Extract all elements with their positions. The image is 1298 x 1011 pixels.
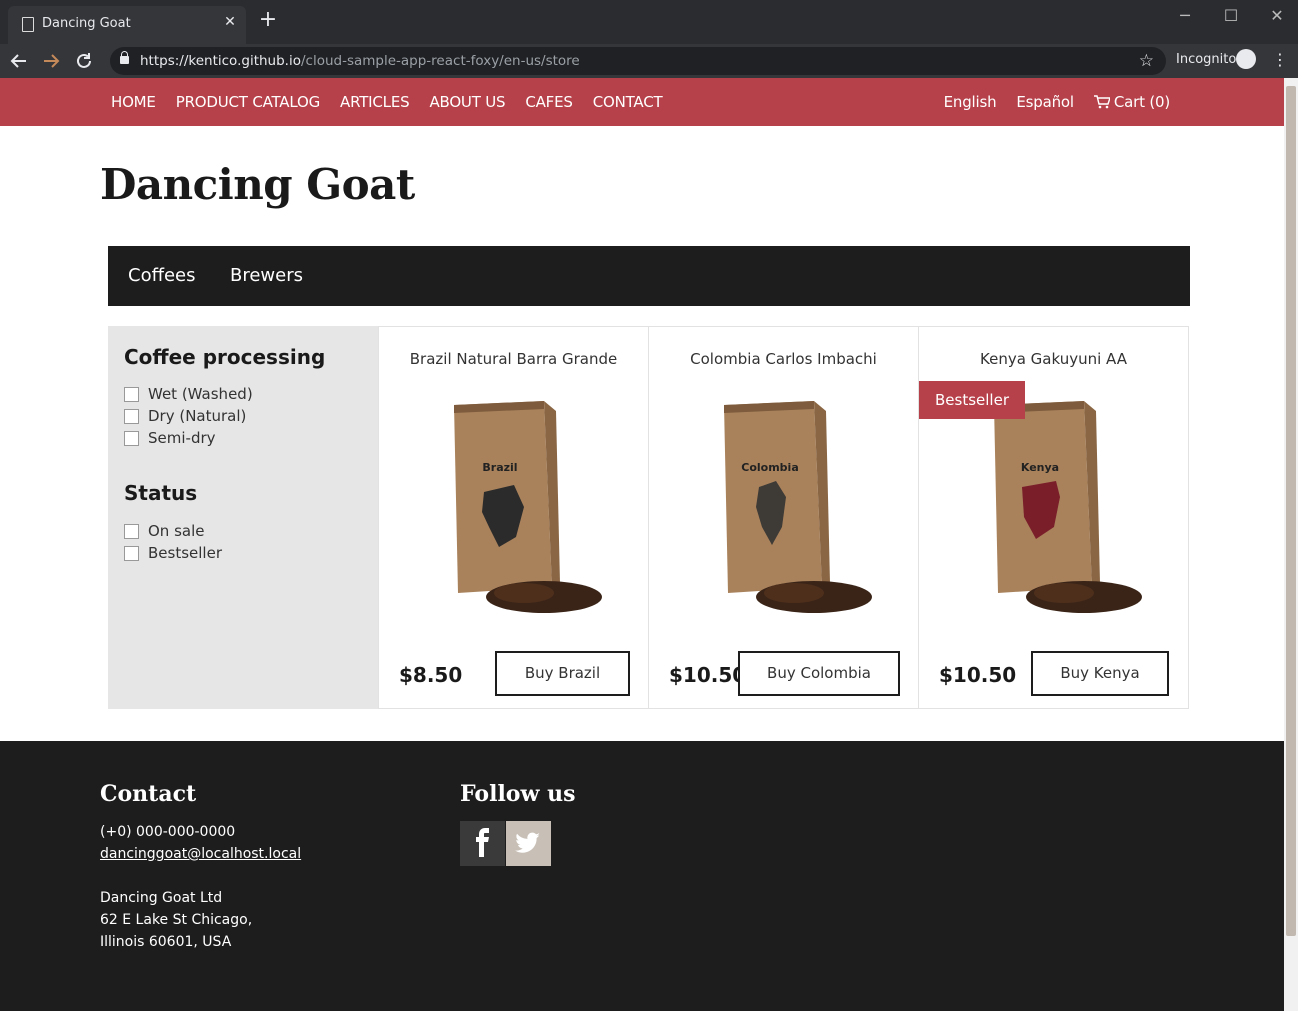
filter-label: Wet (Washed) xyxy=(148,385,253,403)
tab-coffees[interactable]: Coffees xyxy=(128,265,196,286)
browser-tab[interactable]: Dancing Goat ✕ xyxy=(8,6,246,44)
url-host: https://kentico.github.io xyxy=(140,53,301,69)
reload-icon[interactable] xyxy=(71,48,97,74)
product-price: $8.50 xyxy=(399,663,463,687)
checkbox[interactable] xyxy=(124,386,139,402)
page-viewport: HOME PRODUCT CATALOG ARTICLES ABOUT US C… xyxy=(0,78,1284,1011)
url-path: /cloud-sample-app-react-foxy/en-us/store xyxy=(300,53,580,69)
coffee-bag-image: Kenya xyxy=(994,401,1142,613)
forward-arrow-icon[interactable] xyxy=(38,48,64,74)
twitter-icon[interactable] xyxy=(506,821,551,866)
company-street: 62 E Lake St Chicago, xyxy=(100,912,253,928)
contact-email[interactable]: dancinggoat@localhost.local xyxy=(100,846,301,862)
product-card-brazil[interactable]: Brazil Natural Barra Grande Brazil $8.50… xyxy=(378,326,649,709)
star-icon[interactable]: ☆ xyxy=(1139,51,1154,71)
facebook-icon[interactable] xyxy=(460,821,505,866)
filter-on-sale[interactable]: On sale xyxy=(124,522,204,540)
filter-dry[interactable]: Dry (Natural) xyxy=(124,407,246,425)
status-heading: Status xyxy=(124,481,198,505)
checkbox[interactable] xyxy=(124,545,139,561)
tab-brewers[interactable]: Brewers xyxy=(230,265,303,286)
filter-label: Semi-dry xyxy=(148,429,216,447)
browser-titlebar: Dancing Goat ✕ + ─ ☐ ✕ xyxy=(0,0,1298,44)
product-card-kenya[interactable]: Kenya Gakuyuni AA Kenya Bestseller $10.5… xyxy=(918,326,1189,709)
address-bar[interactable]: https://kentico.github.io/cloud-sample-a… xyxy=(110,47,1166,75)
back-arrow-icon[interactable] xyxy=(6,48,32,74)
filter-label: Dry (Natural) xyxy=(148,407,247,425)
follow-heading: Follow us xyxy=(460,781,576,807)
checkbox[interactable] xyxy=(124,408,139,424)
buy-kenya-button[interactable]: Buy Kenya xyxy=(1031,651,1169,696)
cart-link[interactable]: Cart (0) xyxy=(1093,93,1170,111)
company-city: Illinois 60601, USA xyxy=(100,934,232,950)
window-maximize-button[interactable]: ☐ xyxy=(1216,6,1246,26)
site-navigation: HOME PRODUCT CATALOG ARTICLES ABOUT US C… xyxy=(0,78,1284,126)
window-minimize-button[interactable]: ─ xyxy=(1170,6,1200,26)
product-name[interactable]: Kenya Gakuyuni AA xyxy=(919,350,1188,368)
checkbox[interactable] xyxy=(124,430,139,446)
contact-heading: Contact xyxy=(100,781,197,807)
coffee-bag-image: Brazil xyxy=(454,401,602,613)
coffee-bag-image: Colombia xyxy=(724,401,872,613)
filter-panel: Coffee processing Wet (Washed) Dry (Natu… xyxy=(108,326,378,709)
contact-phone: (+0) 000-000-0000 xyxy=(100,824,236,840)
page-title: Dancing Goat xyxy=(100,160,415,209)
checkbox[interactable] xyxy=(124,523,139,539)
tab-close-icon[interactable]: ✕ xyxy=(222,14,238,30)
scrollbar-thumb[interactable] xyxy=(1286,86,1296,936)
nav-articles[interactable]: ARTICLES xyxy=(340,93,410,111)
url-text[interactable]: https://kentico.github.io/cloud-sample-a… xyxy=(140,53,580,69)
main-menu: HOME PRODUCT CATALOG ARTICLES ABOUT US C… xyxy=(111,93,663,111)
bag-label: Kenya xyxy=(1021,461,1059,474)
nav-about-us[interactable]: ABOUT US xyxy=(429,93,505,111)
lang-espanol[interactable]: Español xyxy=(1016,93,1074,111)
incognito-icon[interactable] xyxy=(1236,49,1256,69)
bestseller-badge: Bestseller xyxy=(919,381,1025,419)
nav-product-catalog[interactable]: PRODUCT CATALOG xyxy=(176,93,320,111)
tab-title: Dancing Goat xyxy=(42,16,131,31)
page-icon xyxy=(22,17,34,32)
filter-label: On sale xyxy=(148,522,205,540)
lock-icon xyxy=(120,51,129,64)
cart-icon xyxy=(1093,95,1110,109)
browser-toolbar: https://kentico.github.io/cloud-sample-a… xyxy=(0,44,1298,78)
filter-semi-dry[interactable]: Semi-dry xyxy=(124,429,216,447)
product-name[interactable]: Brazil Natural Barra Grande xyxy=(379,350,648,368)
company-name: Dancing Goat Ltd xyxy=(100,890,223,906)
category-bar: Coffees Brewers xyxy=(108,246,1190,306)
filter-label: Bestseller xyxy=(148,544,222,562)
bag-label: Colombia xyxy=(741,461,799,474)
processing-heading: Coffee processing xyxy=(124,345,326,369)
menu-icon[interactable]: ⋮ xyxy=(1272,50,1288,69)
nav-contact[interactable]: CONTACT xyxy=(593,93,663,111)
nav-home[interactable]: HOME xyxy=(111,93,156,111)
window-close-button[interactable]: ✕ xyxy=(1262,6,1292,26)
lang-english[interactable]: English xyxy=(944,93,997,111)
new-tab-button[interactable]: + xyxy=(258,9,278,31)
cart-label: Cart (0) xyxy=(1113,93,1170,111)
product-name[interactable]: Colombia Carlos Imbachi xyxy=(649,350,918,368)
nav-right: English Español Cart (0) xyxy=(944,93,1171,111)
product-price: $10.50 xyxy=(939,663,1017,687)
scrollbar[interactable] xyxy=(1284,78,1298,1011)
filter-bestseller[interactable]: Bestseller xyxy=(124,544,222,562)
product-card-colombia[interactable]: Colombia Carlos Imbachi Colombia $10.50 … xyxy=(648,326,919,709)
buy-brazil-button[interactable]: Buy Brazil xyxy=(495,651,630,696)
product-price: $10.50 xyxy=(669,663,747,687)
site-footer: Contact (+0) 000-000-0000 dancinggoat@lo… xyxy=(0,741,1284,1011)
incognito-label: Incognito xyxy=(1176,52,1237,67)
filter-wet[interactable]: Wet (Washed) xyxy=(124,385,253,403)
buy-colombia-button[interactable]: Buy Colombia xyxy=(738,651,900,696)
bag-label: Brazil xyxy=(482,461,517,474)
nav-cafes[interactable]: CAFES xyxy=(525,93,573,111)
